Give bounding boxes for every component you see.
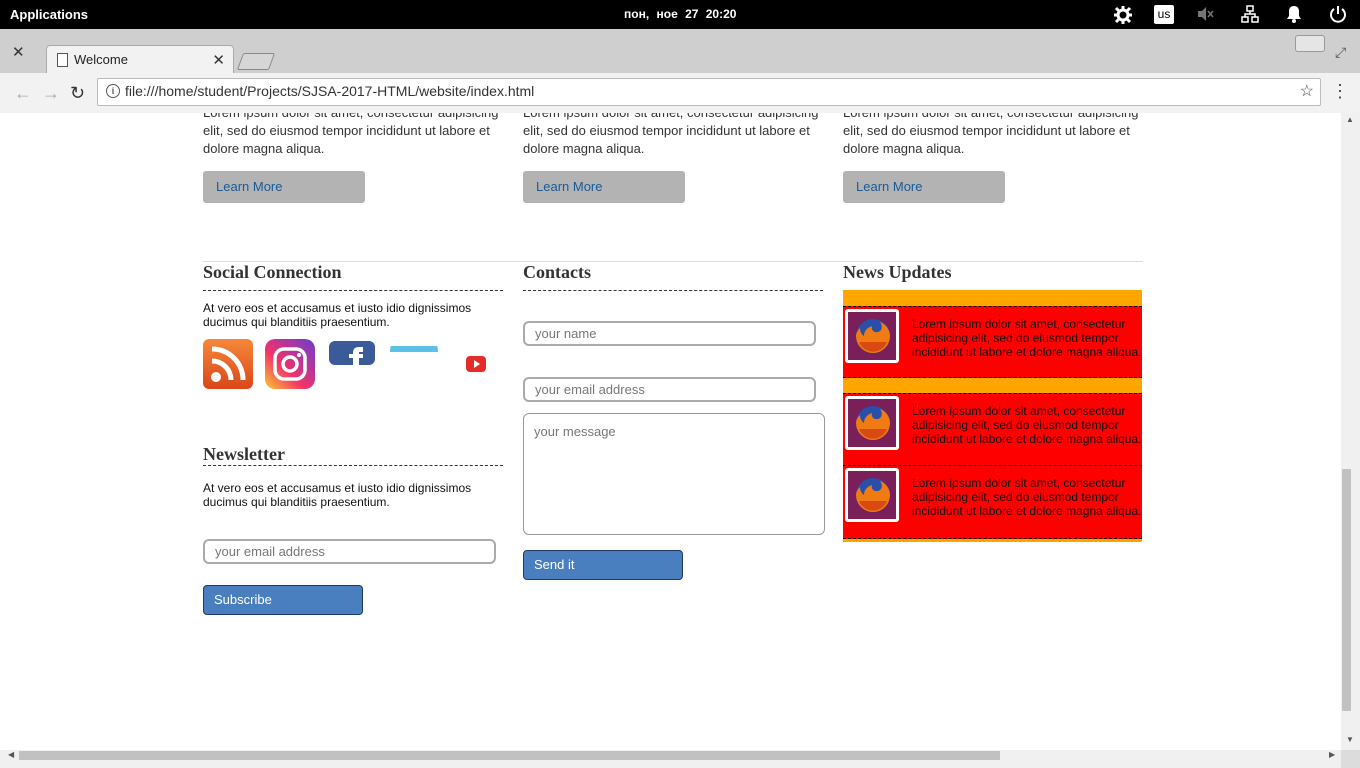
feature-text-3: Lorem ipsum dolor sit amet, consectetur …	[843, 113, 1139, 156]
applications-menu[interactable]: Applications	[10, 7, 88, 22]
scroll-down-icon[interactable]: ▼	[1346, 735, 1354, 744]
news-item-text: Lorem ipsum dolor sit amet, consectetur …	[912, 317, 1142, 359]
news-item-text: Lorem ipsum dolor sit amet, consectetur …	[912, 404, 1142, 446]
newsletter-email-input[interactable]: your email address	[203, 539, 496, 564]
keyboard-layout-indicator[interactable]: us	[1154, 5, 1174, 24]
message-textarea[interactable]: your message	[523, 413, 825, 535]
browser-menu-icon[interactable]: ⋮	[1331, 81, 1349, 102]
horizontal-scroll-thumb[interactable]	[19, 751, 1000, 760]
volume-muted-icon[interactable]	[1196, 5, 1214, 25]
learn-more-button-3[interactable]: Learn More	[843, 171, 1005, 203]
instagram-icon[interactable]	[265, 339, 315, 394]
news-item-text: Lorem ipsum dolor sit amet, consectetur …	[912, 476, 1142, 518]
rss-icon[interactable]	[203, 339, 253, 394]
scrollbar-corner	[1341, 750, 1360, 768]
url-text[interactable]: file:///home/student/Projects/SJSA-2017-…	[125, 83, 534, 99]
power-icon[interactable]	[1329, 5, 1347, 25]
social-text: At vero eos et accusamus et iusto idio d…	[203, 301, 472, 329]
horizontal-scrollbar[interactable]: ◀ ▶	[0, 750, 1341, 768]
tab-close-icon[interactable]: ✕	[212, 51, 225, 69]
social-heading: Social Connection	[203, 262, 342, 282]
youtube-icon[interactable]	[466, 356, 486, 377]
info-icon[interactable]: i	[106, 84, 120, 98]
forward-icon[interactable]: →	[42, 83, 60, 104]
profile-icon[interactable]	[1295, 35, 1325, 52]
tab-title: Welcome	[74, 52, 128, 67]
news-heading: News Updates	[843, 262, 952, 282]
address-bar[interactable]: i file:///home/student/Projects/SJSA-201…	[97, 78, 1321, 106]
back-icon[interactable]: ←	[14, 83, 32, 104]
vertical-scrollbar[interactable]: ▲ ▼	[1341, 113, 1360, 750]
news-list: Lorem ipsum dolor sit amet, consectetur …	[843, 290, 1142, 542]
clock[interactable]: пон, ное 27 20:20	[624, 7, 736, 21]
learn-more-button-1[interactable]: Learn More	[203, 171, 365, 203]
page-icon	[57, 53, 68, 67]
settings-icon[interactable]	[1113, 5, 1133, 25]
twitter-icon[interactable]	[390, 328, 438, 357]
page-viewport: Lorem ipsum dolor sit amet, consectetur …	[0, 113, 1341, 750]
firefox-icon	[845, 468, 899, 522]
facebook-icon[interactable]	[329, 341, 375, 370]
scroll-up-icon[interactable]: ▲	[1346, 115, 1354, 124]
newsletter-text: At vero eos et accusamus et iusto idio d…	[203, 481, 472, 509]
notifications-icon[interactable]	[1286, 5, 1302, 25]
name-input[interactable]: your name	[523, 321, 816, 346]
newsletter-divider	[203, 465, 503, 466]
feature-text-1: Lorem ipsum dolor sit amet, consectetur …	[203, 113, 499, 156]
fullscreen-icon[interactable]: ⤢	[1335, 44, 1346, 61]
scroll-left-icon[interactable]: ◀	[8, 750, 14, 759]
network-icon[interactable]	[1241, 5, 1259, 25]
subscribe-button[interactable]: Subscribe	[203, 585, 363, 615]
feature-text-2: Lorem ipsum dolor sit amet, consectetur …	[523, 113, 819, 156]
reload-icon[interactable]: ↻	[70, 83, 85, 104]
scroll-right-icon[interactable]: ▶	[1329, 750, 1335, 759]
new-tab-button[interactable]	[236, 53, 276, 70]
tab-welcome[interactable]: Welcome ✕	[46, 45, 234, 74]
news-item[interactable]: Lorem ipsum dolor sit amet, consectetur …	[843, 393, 1142, 467]
os-top-bar: Applications пон, ное 27 20:20 us	[0, 0, 1360, 29]
contacts-divider	[523, 290, 823, 291]
contacts-heading: Contacts	[523, 262, 591, 282]
firefox-icon	[845, 396, 899, 450]
vertical-scroll-thumb[interactable]	[1342, 469, 1351, 711]
social-divider	[203, 290, 503, 291]
news-item[interactable]: Lorem ipsum dolor sit amet, consectetur …	[843, 465, 1142, 539]
firefox-icon	[845, 309, 899, 363]
contact-email-input[interactable]: your email address	[523, 377, 816, 402]
news-item[interactable]: Lorem ipsum dolor sit amet, consectetur …	[843, 306, 1142, 378]
send-button[interactable]: Send it	[523, 550, 683, 580]
section-divider	[203, 261, 1143, 262]
window-close-icon[interactable]: ✕	[12, 43, 25, 61]
newsletter-heading: Newsletter	[203, 444, 285, 464]
learn-more-button-2[interactable]: Learn More	[523, 171, 685, 203]
bookmark-star-icon[interactable]: ☆	[1300, 81, 1314, 101]
